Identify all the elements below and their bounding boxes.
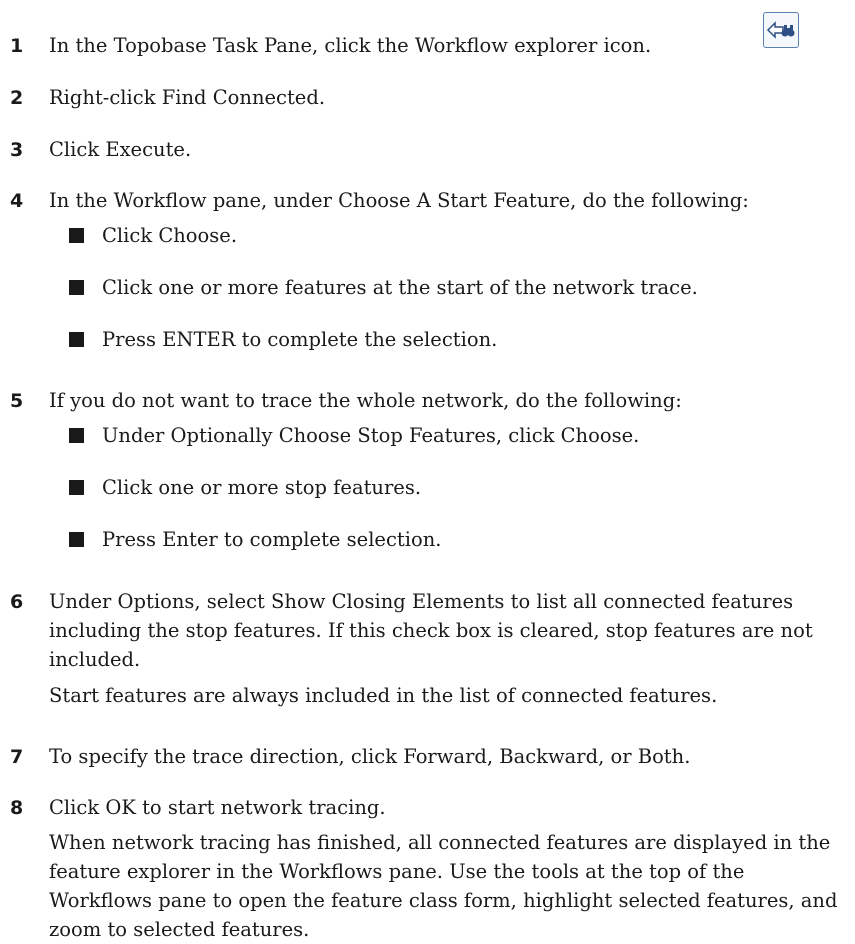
bullet-text: Press ENTER to complete the selection. [102,328,498,351]
step-note: Start features are always included in th… [49,684,718,707]
bullet-text: Under Optionally Choose Stop Features, c… [102,424,640,447]
bullet-square-icon [69,228,84,243]
bullet-square-icon [69,532,84,547]
step-number: 8 [10,797,24,819]
bullet-square-icon [69,480,84,495]
step-text: In the Topobase Task Pane, click the Wor… [49,34,652,57]
bullet-square-icon [69,428,84,443]
bullet-item: Click Choose. [69,221,237,250]
step-text: In the Workflow pane, under Choose A Sta… [49,189,749,212]
bullet-text: Click one or more features at the start … [102,276,698,299]
bullet-square-icon [69,280,84,295]
step-text: Click OK to start network tracing. [49,796,386,819]
bullet-text: Click Choose. [102,224,238,247]
bullet-item: Click one or more features at the start … [69,273,698,302]
bullet-item: Click one or more stop features. [69,473,421,502]
bullet-item: Under Optionally Choose Stop Features, c… [69,421,639,450]
step-number: 5 [10,390,24,412]
step-number: 7 [10,746,24,768]
step-text: If you do not want to trace the whole ne… [49,389,682,412]
bullet-text: Press Enter to complete selection. [102,528,442,551]
step-text: To specify the trace direction, click Fo… [49,745,691,768]
bullet-square-icon [69,332,84,347]
step-number: 6 [10,591,24,613]
step-note: When network tracing has finished, all c… [49,831,838,941]
step-number: 4 [10,190,24,212]
bullet-item: Press Enter to complete selection. [69,525,441,554]
step-number: 1 [10,35,24,57]
step-number: 2 [10,87,24,109]
step-text: Click Execute. [49,138,192,161]
bullet-text: Click one or more stop features. [102,476,422,499]
bullet-item: Press ENTER to complete the selection. [69,325,497,354]
step-number: 3 [10,139,24,161]
step-text: Right-click Find Connected. [49,86,326,109]
step-text: Under Options, select Show Closing Eleme… [49,590,813,671]
workflow-explorer-icon [763,12,799,48]
